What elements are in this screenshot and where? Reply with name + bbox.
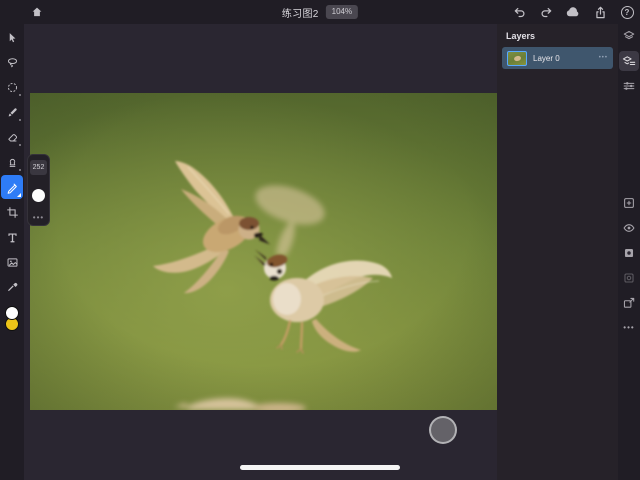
type-tool[interactable] (0, 225, 24, 249)
document-title-group: 练习图2 104% (282, 0, 358, 24)
layers-panel: Layers Layer 0 ••• (497, 24, 618, 480)
layers-panel-title: Layers (497, 24, 618, 47)
subtool-dot (19, 119, 21, 121)
home-indicator[interactable] (240, 465, 400, 470)
layer-options-icon[interactable]: ••• (599, 55, 608, 61)
topbar-actions: ? (508, 0, 638, 24)
export-send-icon[interactable] (619, 293, 639, 313)
layer-properties-icon[interactable] (619, 76, 639, 96)
color-swatch[interactable] (0, 304, 24, 338)
selection-tool[interactable] (0, 75, 24, 99)
place-photo-tool[interactable] (0, 250, 24, 274)
undo-icon[interactable] (508, 1, 530, 23)
home-icon[interactable] (26, 1, 48, 23)
zoom-level-badge[interactable]: 104% (326, 5, 358, 19)
layer-mask-icon[interactable] (619, 243, 639, 263)
document-title: 练习图2 (282, 5, 319, 20)
subtool-notch (17, 193, 21, 197)
document-canvas[interactable] (30, 93, 497, 410)
tool-rail (0, 24, 24, 480)
layer-detail-icon[interactable] (619, 51, 639, 71)
subtool-dot (19, 144, 21, 146)
layers-icon[interactable] (619, 26, 639, 46)
photoshop-ipad-app: 练习图2 104% ? (0, 0, 640, 480)
layer-thumbnail[interactable] (507, 51, 527, 66)
eyedropper-tool[interactable] (0, 275, 24, 299)
subtool-dot (19, 94, 21, 96)
visibility-icon[interactable] (619, 218, 639, 238)
add-layer-icon[interactable] (619, 193, 639, 213)
foreground-color-chip[interactable] (5, 306, 19, 320)
tool-options-more[interactable]: ••• (33, 216, 44, 220)
brush-size-field[interactable]: 252 (30, 160, 47, 175)
subtool-dot (19, 169, 21, 171)
lasso-transform-tool[interactable] (0, 50, 24, 74)
clone-stamp-tool[interactable] (0, 150, 24, 174)
panel-rail: ••• (618, 24, 640, 480)
cloud-sync-icon[interactable] (562, 1, 584, 23)
move-tool[interactable] (0, 25, 24, 49)
help-icon[interactable]: ? (616, 1, 638, 23)
sparrows-photo (30, 93, 497, 410)
brush-color-chip[interactable] (32, 189, 45, 202)
adjustment-icon[interactable] (619, 268, 639, 288)
share-export-icon[interactable] (589, 1, 611, 23)
more-options-icon[interactable]: ••• (619, 318, 639, 338)
top-bar: 练习图2 104% ? (0, 0, 640, 24)
layer-name: Layer 0 (533, 54, 599, 63)
brush-tool[interactable] (0, 100, 24, 124)
eraser-tool[interactable] (0, 125, 24, 149)
redo-icon[interactable] (535, 1, 557, 23)
tool-options-strip: 252 ••• (27, 154, 50, 226)
touch-shortcut-button[interactable] (429, 416, 457, 444)
healing-brush-tool[interactable] (1, 175, 23, 199)
layer-row[interactable]: Layer 0 ••• (502, 47, 613, 69)
crop-tool[interactable] (0, 200, 24, 224)
